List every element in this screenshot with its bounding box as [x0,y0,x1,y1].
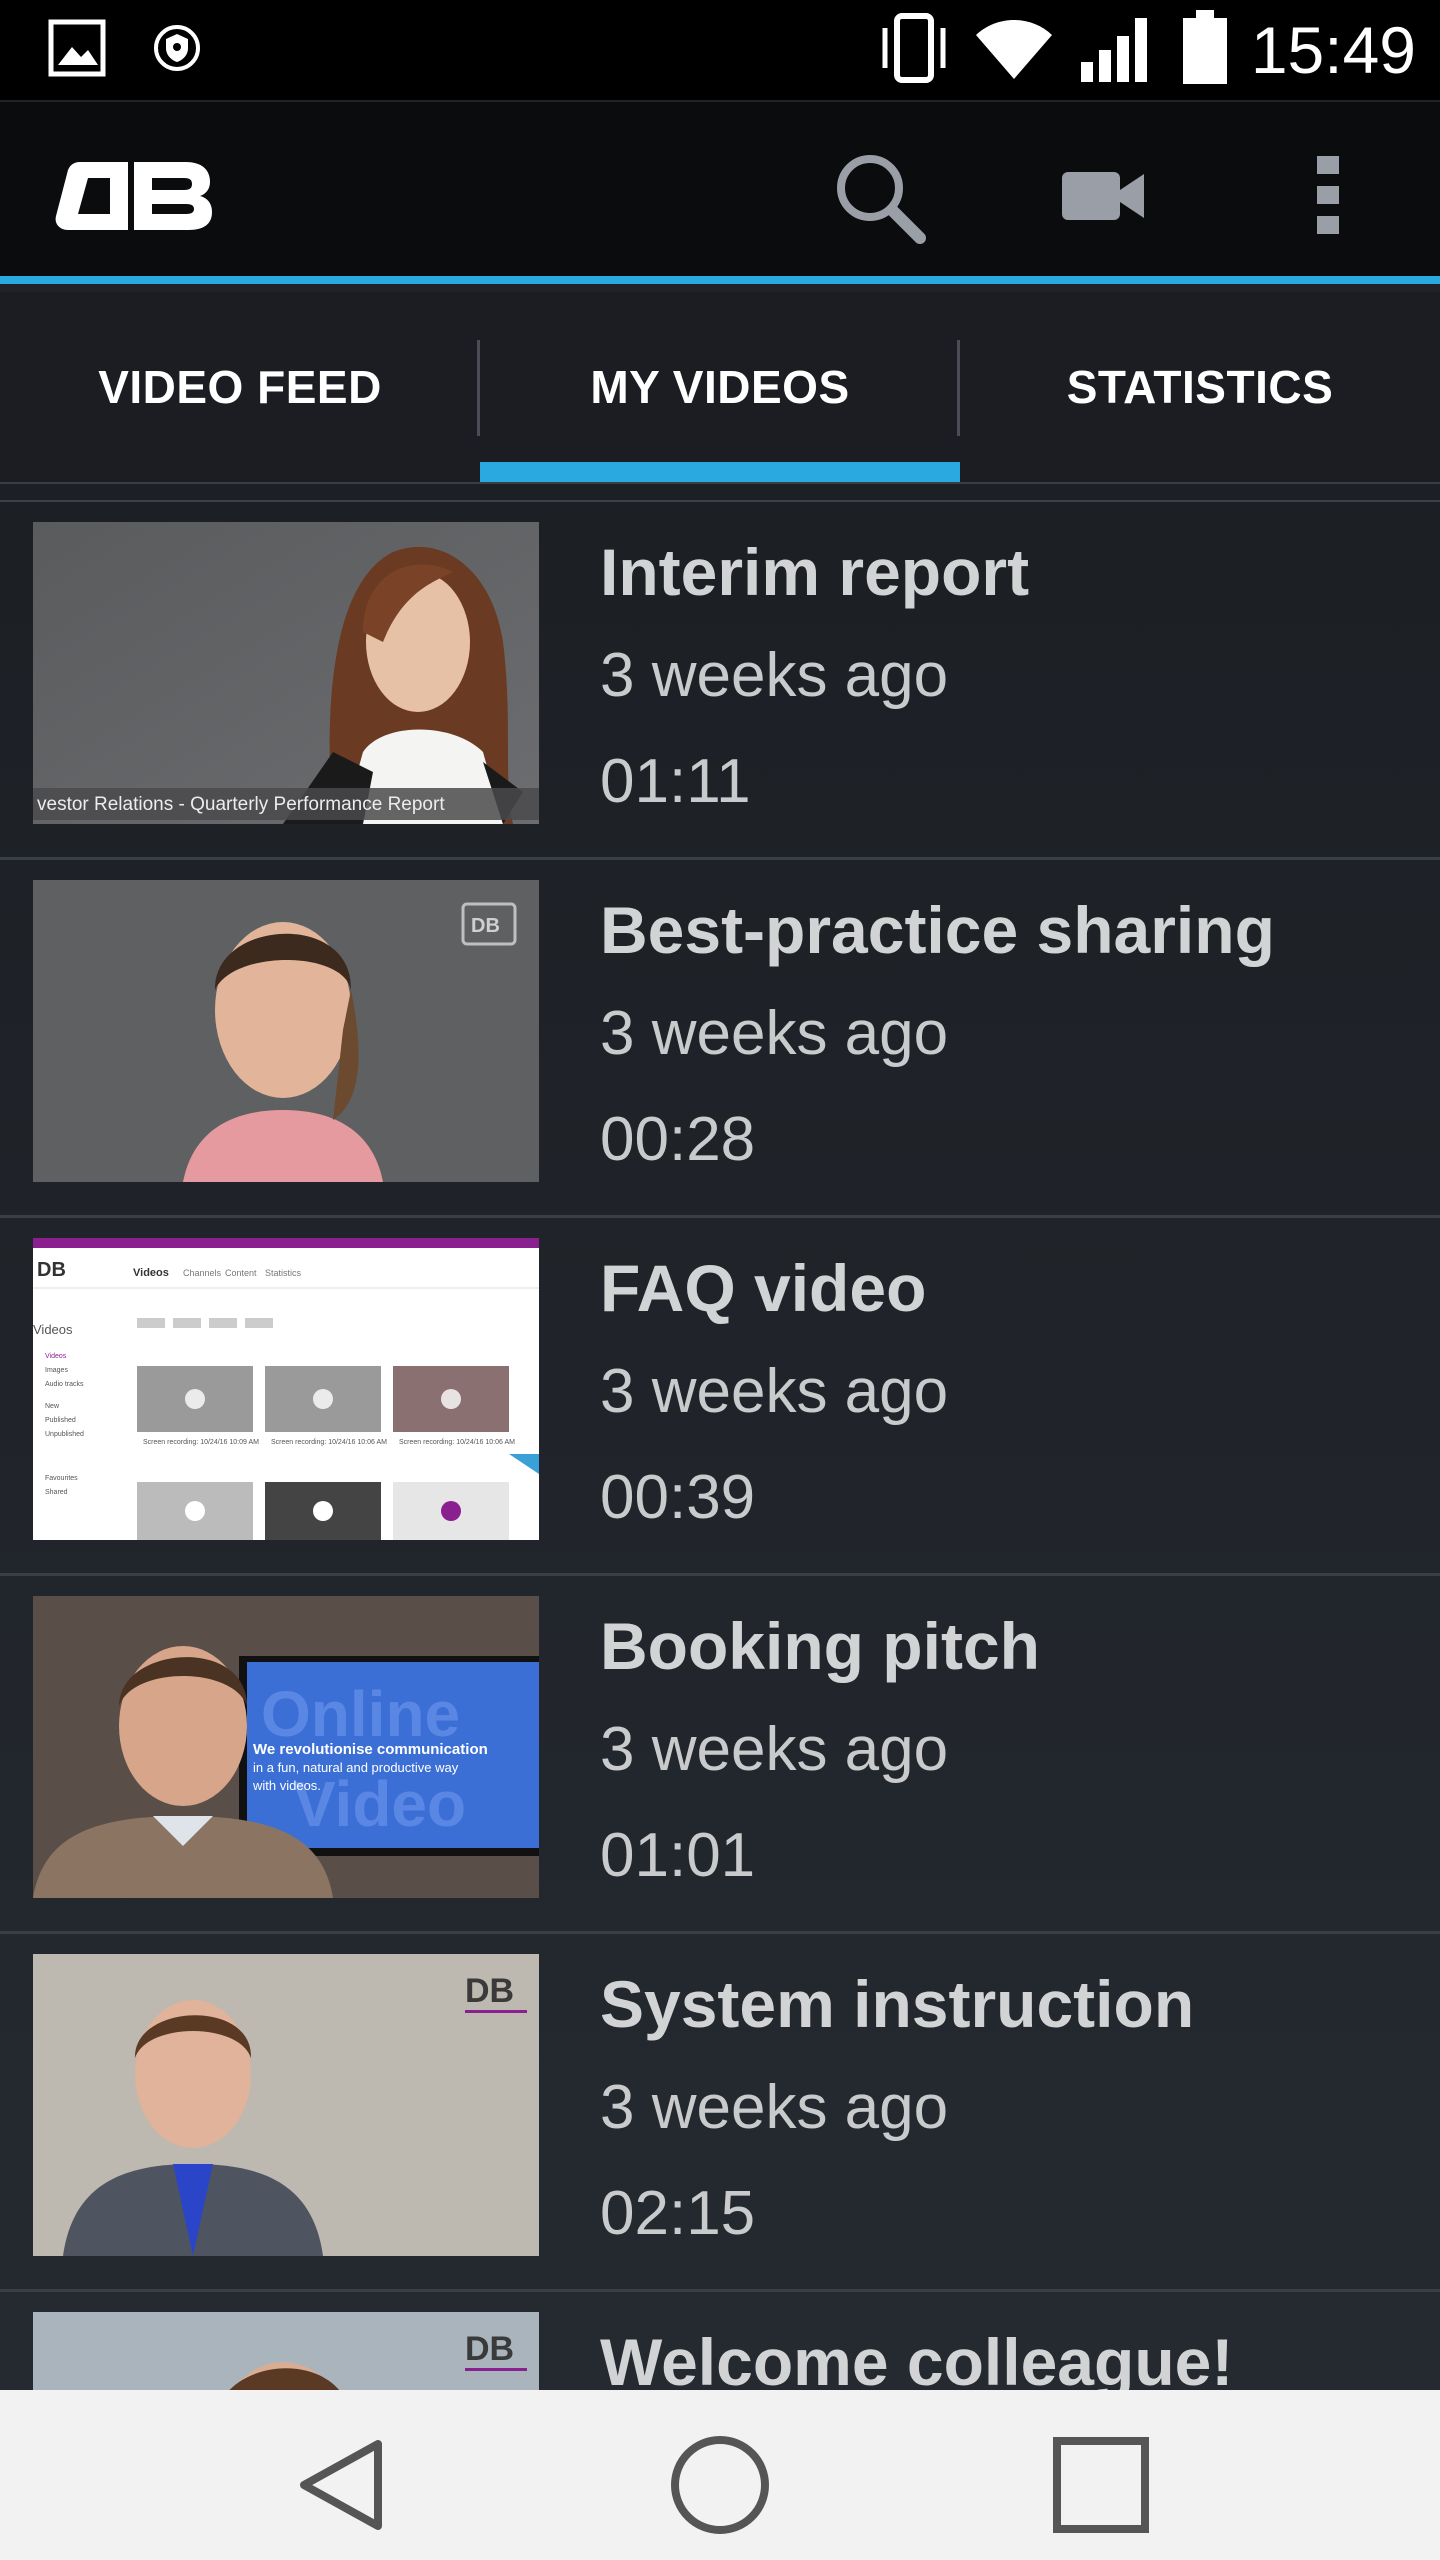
video-title: Welcome colleague! [600,2325,1234,2390]
search-icon[interactable] [832,150,926,249]
video-list-item[interactable]: DB Welcome colleague! [0,2292,1440,2390]
svg-text:Statistics: Statistics [265,1268,302,1278]
tab-my-videos[interactable]: MY VIDEOS [480,292,960,482]
overflow-menu-icon[interactable] [1314,154,1344,243]
svg-text:Unpublished: Unpublished [45,1431,84,1438]
signal-icon [1079,12,1159,89]
svg-text:DB: DB [37,1259,66,1281]
tab-label: MY VIDEOS [590,361,850,413]
video-list-item[interactable]: Online Video We revolutionise communicat… [0,1576,1440,1934]
svg-text:Online: Online [261,1678,460,1750]
battery-icon [1181,9,1229,91]
video-title: Best-practice sharing [600,893,1275,967]
shield-icon [152,23,202,78]
app-logo[interactable] [50,156,216,241]
video-duration: 02:15 [600,2179,756,2248]
svg-text:Videos: Videos [33,1322,73,1337]
svg-text:Content: Content [225,1268,257,1278]
video-list-item[interactable]: DB System instruction 3 weeks ago 02:15 [0,1934,1440,2292]
svg-text:Shared: Shared [45,1489,68,1496]
video-list[interactable]: vestor Relations - Quarterly Performance… [0,484,1440,2390]
recents-icon[interactable] [1046,2430,1156,2540]
svg-text:Audio tracks: Audio tracks [45,1381,84,1388]
video-age: 3 weeks ago [600,641,949,710]
svg-text:in a fun, natural and producti: in a fun, natural and productive way [253,1760,459,1775]
video-thumbnail[interactable]: DB [33,2312,539,2390]
svg-text:Screen recording: 10/24/16 10:: Screen recording: 10/24/16 10:06 AM [271,1439,387,1446]
video-thumbnail[interactable]: DB Videos Channels Content Statistics Vi… [33,1238,539,1540]
tab-label: STATISTICS [1066,361,1334,413]
app-bar [0,100,1440,284]
video-title: FAQ video [600,1251,927,1325]
video-age: 3 weeks ago [600,999,949,1068]
tab-bar: VIDEO FEED MY VIDEOS STATISTICS [0,292,1440,484]
svg-text:New: New [45,1403,60,1410]
svg-text:Screen recording: 10/24/16 10:: Screen recording: 10/24/16 10:09 AM [143,1439,259,1446]
status-bar: 15:49 [0,0,1440,100]
video-list-item[interactable]: DB Best-practice sharing 3 weeks ago 00:… [0,860,1440,1218]
vibrate-icon [877,12,949,89]
video-duration: 00:39 [600,1463,756,1532]
video-age: 3 weeks ago [600,1357,949,1426]
svg-text:We revolutionise communication: We revolutionise communication [253,1741,488,1758]
video-title: Interim report [600,535,1030,609]
home-icon[interactable] [665,2430,775,2540]
video-title: System instruction [600,1967,1195,2041]
video-title: Booking pitch [600,1609,1040,1683]
svg-text:DB: DB [465,2330,514,2368]
svg-text:Videos: Videos [133,1267,169,1279]
video-duration: 00:28 [600,1105,756,1174]
video-list-item[interactable]: vestor Relations - Quarterly Performance… [0,502,1440,860]
video-list-item[interactable]: DB Videos Channels Content Statistics Vi… [0,1218,1440,1576]
svg-text:Favourites: Favourites [45,1475,78,1482]
system-nav-bar [0,2390,1440,2560]
svg-text:Published: Published [45,1417,76,1424]
svg-text:Channels: Channels [183,1268,222,1278]
video-thumbnail[interactable]: vestor Relations - Quarterly Performance… [33,522,539,824]
tab-statistics[interactable]: STATISTICS [960,292,1440,482]
svg-text:Videos: Videos [45,1353,67,1360]
video-duration: 01:01 [600,1821,756,1890]
gallery-icon [48,19,106,82]
video-thumbnail[interactable]: DB [33,1954,539,2256]
video-thumbnail[interactable]: Online Video We revolutionise communicat… [33,1596,539,1898]
video-thumbnail[interactable]: DB [33,880,539,1182]
svg-text:DB: DB [471,915,500,937]
app-bar-accent-line [0,276,1440,284]
back-icon[interactable] [288,2430,398,2540]
svg-text:DB: DB [465,1972,514,2010]
tab-video-feed[interactable]: VIDEO FEED [0,292,480,482]
svg-text:Screen recording: 10/24/16 10:: Screen recording: 10/24/16 10:06 AM [399,1439,515,1446]
thumbnail-caption: vestor Relations - Quarterly Performance… [37,794,445,815]
svg-text:with videos.: with videos. [252,1778,321,1793]
clock: 15:49 [1250,13,1416,87]
video-duration: 01:11 [600,747,751,816]
video-age: 3 weeks ago [600,1715,949,1784]
video-camera-icon[interactable] [1060,168,1146,229]
selected-tab-indicator [480,462,960,482]
wifi-icon [971,13,1057,88]
video-age: 3 weeks ago [600,2073,949,2142]
tab-label: VIDEO FEED [98,361,382,413]
svg-text:Images: Images [45,1367,68,1374]
